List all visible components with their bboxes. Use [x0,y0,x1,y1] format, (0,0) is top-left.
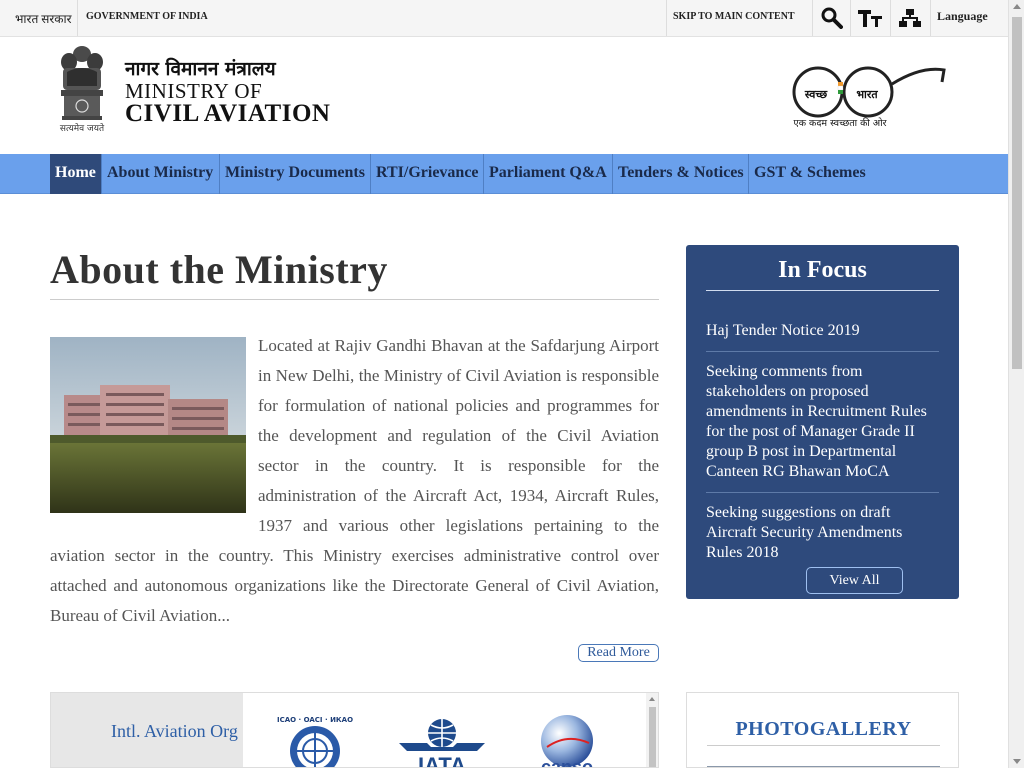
swachh-tagline: एक कदम स्वच्छता की ओर [793,117,887,129]
swachh-left-label: स्वच्छ [804,88,828,101]
intl-aviation-org-panel: Intl. Aviation Org ICAO · OACI · ИКАО IA… [50,692,659,768]
main-navigation: Home About Ministry Ministry Documents R… [0,154,1008,194]
scroll-up-icon[interactable] [1013,4,1021,9]
photo-gallery-panel: PHOTOGALLERY [686,692,959,768]
divider [50,299,659,300]
gov-english-label: GOVERNMENT OF INDIA [86,11,208,22]
sitemap-icon [898,9,921,27]
emblem-motto: सत्यमेव जयते [60,122,105,134]
read-more-button[interactable]: Read More [578,644,659,662]
divider [706,492,939,493]
national-emblem-logo[interactable]: सत्यमेव जयते [53,44,111,134]
scroll-down-icon[interactable] [1013,759,1021,764]
iata-logo[interactable]: IATA [397,713,487,768]
scrollbar-thumb[interactable] [649,707,656,767]
scrollbar-thumb[interactable] [1012,17,1022,369]
nav-item-ministry-documents[interactable]: Ministry Documents [220,154,371,194]
swachh-bharat-logo[interactable]: स्वच्छ भारत एक कदम स्वच्छता की ओर [786,60,946,130]
photo-gallery-title[interactable]: PHOTOGALLERY [687,718,958,741]
icao-logo-text: ICAO · OACI · ИКАО [277,716,353,724]
nav-item-parliament-qa[interactable]: Parliament Q&A [484,154,613,194]
scroll-up-icon[interactable] [649,697,655,701]
focus-item[interactable]: Seeking suggestions on draft Aircraft Se… [706,503,939,563]
search-icon [821,7,843,29]
intl-panel-scrollbar[interactable] [646,693,658,767]
page-scrollbar[interactable] [1008,0,1024,768]
divider [707,745,940,746]
top-utility-bar: भारत सरकार GOVERNMENT OF INDIA SKIP TO M… [0,0,1008,37]
nav-item-about-ministry[interactable]: About Ministry [102,154,220,194]
focus-item[interactable]: Seeking comments from stakeholders on pr… [706,362,939,482]
nav-item-tenders-notices[interactable]: Tenders & Notices [613,154,749,194]
text-size-icon [857,10,882,27]
intl-aviation-org-label[interactable]: Intl. Aviation Org [111,721,238,742]
nav-item-rti-grievance[interactable]: RTI/Grievance [371,154,484,194]
canso-logo-text: canso [541,757,593,768]
canso-logo[interactable]: canso [525,713,609,768]
ministry-building-photo [50,337,246,513]
focus-item[interactable]: Haj Tender Notice 2019 [706,321,939,341]
divider [706,351,939,352]
search-button[interactable] [812,0,850,36]
language-selector[interactable]: Language [930,0,990,36]
nav-item-gst-schemes[interactable]: GST & Schemes [749,154,874,194]
ministry-name-hindi: नागर विमानन मंत्रालय [125,58,276,80]
iata-logo-text: IATA [418,753,466,768]
view-all-button[interactable]: View All [806,567,903,594]
divider [666,0,667,36]
in-focus-panel: In Focus Haj Tender Notice 2019 Seeking … [686,245,959,599]
swachh-right-label: भारत [856,88,878,101]
divider [77,0,78,36]
icao-logo[interactable]: ICAO · OACI · ИКАО [269,713,361,767]
sitemap-button[interactable] [890,0,928,36]
nav-item-home[interactable]: Home [50,154,102,194]
gov-hindi-label: भारत सरकार [15,12,72,26]
ministry-name: CIVIL AVIATION [125,100,331,127]
divider [706,290,939,291]
in-focus-title: In Focus [778,257,867,283]
skip-to-main-content-link[interactable]: SKIP TO MAIN CONTENT [673,11,795,22]
about-section-title: About the Ministry [50,247,388,292]
text-size-button[interactable] [850,0,888,36]
